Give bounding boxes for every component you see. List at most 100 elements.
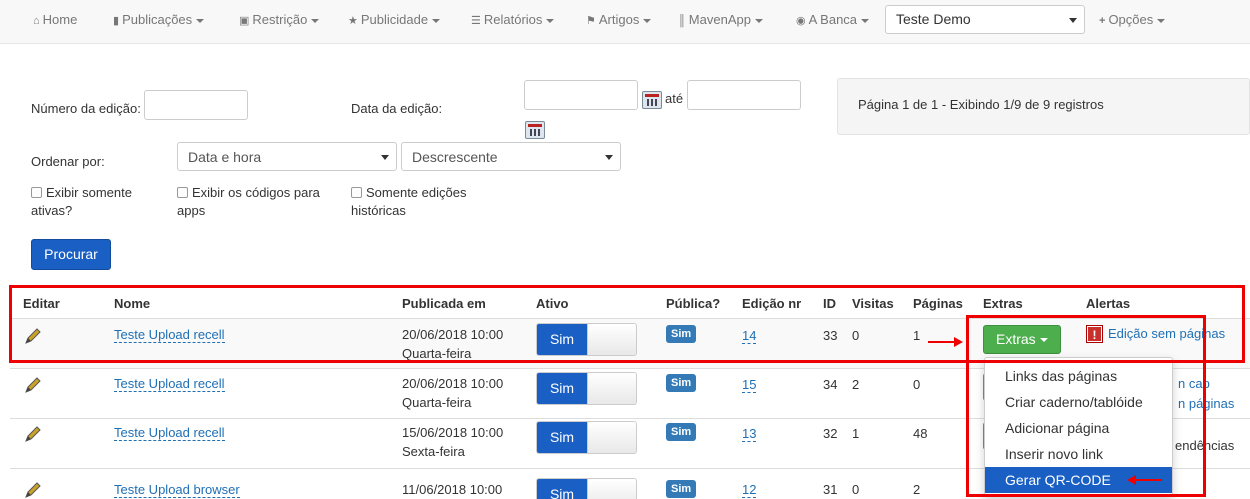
order-direction-value: Descrescente — [412, 149, 498, 165]
chevron-down-icon — [432, 18, 441, 23]
table-row-pages: 0 — [913, 377, 921, 392]
nav-artigos[interactable]: ⚑ Artigos — [586, 0, 652, 40]
table-row-edition[interactable]: 12 — [742, 480, 757, 499]
checkbox-box[interactable] — [177, 187, 188, 198]
table-row-visits: 0 — [852, 482, 860, 497]
edition-number-input[interactable] — [144, 90, 248, 120]
table-row-id: 32 — [823, 426, 838, 441]
globe-icon: ◉ — [796, 15, 806, 27]
nav-mavenapp[interactable]: ║ MavenApp — [678, 0, 763, 40]
list-icon: ☰ — [471, 15, 481, 27]
bookmark-icon: ⚑ — [586, 15, 596, 27]
only-active-checkbox[interactable]: Exibir somente ativas? — [31, 184, 132, 220]
table-row-visits: 1 — [852, 426, 860, 441]
barcode-icon: ║ — [678, 15, 686, 27]
nav-artigos-label: Artigos — [598, 12, 640, 27]
table-row-pages: 48 — [913, 426, 928, 441]
nav-a-banca-label: A Banca — [808, 12, 858, 27]
nav-opcoes[interactable]: + Opções — [1099, 0, 1166, 40]
tenant-select-value: Teste Demo — [896, 11, 971, 27]
order-label: Ordenar por: — [31, 154, 105, 169]
public-badge[interactable]: Sim — [666, 423, 697, 441]
chevron-down-icon — [861, 18, 870, 23]
arrow-right-icon — [928, 337, 963, 347]
chevron-down-icon — [754, 18, 763, 23]
edition-name-link[interactable]: Teste Upload recell — [114, 376, 225, 392]
chevron-down-icon — [311, 18, 320, 23]
checkbox-box[interactable] — [351, 187, 362, 198]
weekday-text: Sexta-feira — [402, 444, 465, 459]
nav-a-banca[interactable]: ◉ A Banca — [796, 0, 870, 40]
nav-relatorios[interactable]: ☰ Relatórios — [471, 0, 555, 40]
top-navbar: ⌂ Home ▮ Publicações ▣ Restrição ★ Publicida… — [0, 0, 1250, 44]
search-button[interactable]: Procurar — [31, 239, 111, 270]
edition-name-link[interactable]: Teste Upload browser — [114, 482, 240, 498]
active-toggle[interactable]: Sim — [536, 372, 637, 405]
date-text: 15/06/2018 10:00 — [402, 425, 504, 440]
file-icon: ▮ — [113, 15, 120, 27]
lock-icon: ▣ — [239, 15, 250, 27]
order-by-value: Data e hora — [188, 149, 262, 165]
pagination-info-text: Página 1 de 1 - Exibindo 1/9 de 9 regist… — [858, 97, 1104, 112]
only-historic-checkbox[interactable]: Somente edições históricas — [351, 184, 466, 220]
edition-number-label: Número da edição: — [31, 101, 141, 116]
toggle-knob — [587, 422, 636, 453]
table-row-name[interactable]: Teste Upload recell — [114, 423, 225, 442]
table-row-id: 34 — [823, 377, 838, 392]
tenant-select[interactable]: Teste Demo — [885, 5, 1085, 34]
date-text: 20/06/2018 10:00 — [402, 376, 504, 391]
pencil-icon[interactable] — [23, 424, 43, 444]
show-app-codes-label-1: Exibir os códigos para — [192, 185, 320, 200]
chevron-down-icon — [1157, 18, 1166, 23]
table-row-id: 31 — [823, 482, 838, 497]
only-active-label-2: ativas? — [31, 203, 73, 218]
star-icon: ★ — [348, 15, 358, 27]
nav-opcoes-label: Opções — [1108, 12, 1154, 27]
table-row-date: 11/06/2018 10:00 — [402, 482, 503, 497]
public-badge[interactable]: Sim — [666, 480, 697, 498]
nav-publicacoes[interactable]: ▮ Publicações — [113, 0, 205, 40]
active-toggle[interactable]: Sim — [536, 478, 637, 499]
nav-mavenapp-label: MavenApp — [688, 12, 751, 27]
table-row-name[interactable]: Teste Upload browser — [114, 480, 240, 499]
toggle-on-label: Sim — [537, 422, 587, 453]
toggle-on-label: Sim — [537, 373, 587, 404]
toggle-knob — [587, 479, 636, 499]
table-row-date: 15/06/2018 10:00 Sexta-feira — [402, 423, 503, 461]
public-badge[interactable]: Sim — [666, 374, 697, 392]
edition-number-link[interactable]: 15 — [742, 377, 757, 393]
chevron-down-icon — [643, 18, 652, 23]
table-row-name[interactable]: Teste Upload recell — [114, 374, 225, 393]
nav-publicacoes-label: Publicações — [122, 12, 193, 27]
pencil-icon[interactable] — [23, 480, 43, 499]
calendar-icon[interactable] — [642, 91, 662, 109]
pagination-info: Página 1 de 1 - Exibindo 1/9 de 9 regist… — [837, 78, 1250, 135]
edition-date-label: Data da edição: — [351, 101, 443, 116]
calendar-icon[interactable] — [525, 121, 545, 139]
edition-number-link[interactable]: 13 — [742, 426, 757, 442]
table-row-pages: 2 — [913, 482, 921, 497]
edition-number-link[interactable]: 12 — [742, 482, 757, 498]
edition-name-link[interactable]: Teste Upload recell — [114, 425, 225, 441]
pencil-icon[interactable] — [23, 375, 43, 395]
nav-relatorios-label: Relatórios — [483, 12, 543, 27]
only-historic-label-1: Somente edições — [366, 185, 467, 200]
order-by-select[interactable]: Data e hora — [177, 142, 397, 171]
chevron-down-icon — [546, 18, 555, 23]
nav-publicidade[interactable]: ★ Publicidade — [348, 0, 441, 40]
until-label: até — [665, 91, 684, 106]
nav-restricao-label: Restrição — [252, 12, 308, 27]
toggle-on-label: Sim — [537, 479, 587, 499]
table-row-edition[interactable]: 13 — [742, 424, 757, 443]
chevron-down-icon — [1069, 18, 1077, 23]
toggle-knob — [587, 373, 636, 404]
nav-restricao[interactable]: ▣ Restrição — [239, 0, 320, 40]
active-toggle[interactable]: Sim — [536, 421, 637, 454]
show-app-codes-checkbox[interactable]: Exibir os códigos para apps — [177, 184, 320, 220]
date-from-input[interactable] — [524, 80, 638, 110]
nav-home[interactable]: ⌂ Home — [33, 0, 77, 40]
date-to-input[interactable] — [687, 80, 801, 110]
table-row-edition[interactable]: 15 — [742, 375, 757, 394]
checkbox-box[interactable] — [31, 187, 42, 198]
order-direction-select[interactable]: Descrescente — [401, 142, 621, 171]
